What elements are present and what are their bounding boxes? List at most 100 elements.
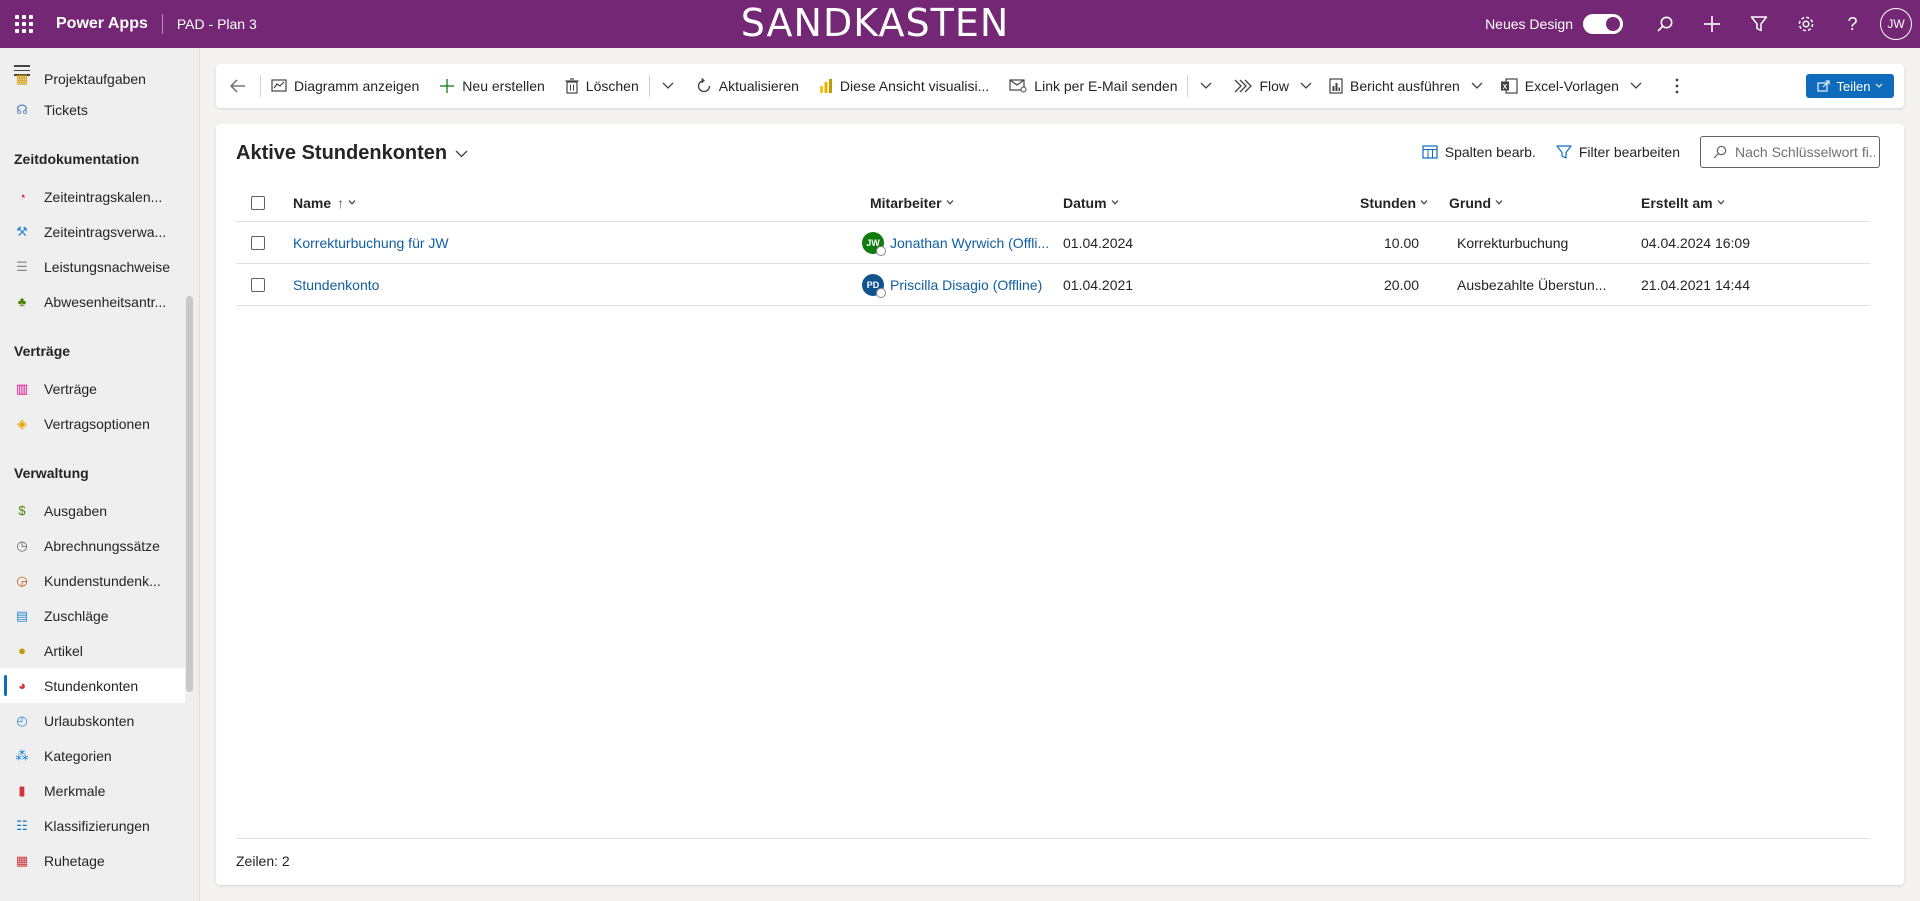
chevron-down-icon: [946, 200, 954, 205]
keyword-search-input[interactable]: [1735, 144, 1875, 160]
flow-icon: [1234, 79, 1253, 93]
date-cell: 01.04.2024: [1063, 234, 1134, 251]
sidebar-item-abrechnungssaetze[interactable]: ◷ Abrechnungssätze: [0, 528, 185, 563]
new-design-label: Neues Design: [1485, 16, 1573, 32]
sidebar-item-tickets[interactable]: ☊ Tickets: [0, 92, 185, 127]
app-name[interactable]: Power Apps: [48, 15, 162, 33]
app-launcher-button[interactable]: [0, 0, 48, 48]
search-icon: [1713, 145, 1727, 159]
row-checkbox[interactable]: [251, 235, 265, 250]
keyword-search-box[interactable]: [1700, 136, 1880, 168]
sidebar-item-ruhetage[interactable]: ▦ Ruhetage: [0, 843, 185, 878]
excel-icon: X: [1500, 78, 1518, 94]
sidebar-item-vertragsoptionen[interactable]: ◈ Vertragsoptionen: [0, 406, 185, 441]
record-name-link[interactable]: Stundenkonto: [293, 264, 379, 305]
sidebar-nav: ▦ Projektaufgaben ☊ Tickets Zeitdokument…: [0, 71, 185, 878]
sidebar-item-stundenkonten[interactable]: ◕ Stundenkonten: [0, 668, 185, 703]
refresh-button[interactable]: Aktualisieren: [686, 64, 809, 108]
flow-dropdown[interactable]: [1293, 64, 1319, 108]
report-dropdown[interactable]: [1464, 64, 1490, 108]
delete-button[interactable]: Löschen: [555, 64, 649, 108]
record-name-link[interactable]: Korrekturbuchung für JW: [293, 222, 449, 263]
chevron-down-icon: [1717, 200, 1725, 205]
new-design-toggle[interactable]: [1583, 14, 1623, 34]
column-header-grund[interactable]: Grund: [1449, 184, 1503, 221]
sidebar-item-vertraege[interactable]: ▥ Verträge: [0, 371, 185, 406]
sidebar-item-leistungsnachweise[interactable]: ☰ Leistungsnachweise: [0, 249, 185, 284]
back-button[interactable]: [216, 64, 260, 108]
visualize-view-button[interactable]: Diese Ansicht visualisi...: [809, 64, 999, 108]
tools-icon: ⚒: [16, 223, 28, 239]
top-bar: Power Apps PAD - Plan 3 SANDKASTEN Neues…: [0, 0, 1920, 48]
run-report-button[interactable]: Bericht ausführen: [1319, 64, 1464, 108]
search-icon: [1656, 16, 1672, 32]
sidebar-item-kategorien[interactable]: ⁂ Kategorien: [0, 738, 185, 773]
plus-icon: [1703, 16, 1720, 32]
excel-templates-button[interactable]: X Excel-Vorlagen: [1490, 64, 1623, 108]
sidebar-scrollbar[interactable]: [186, 296, 193, 692]
edit-columns-button[interactable]: Spalten bearb.: [1422, 144, 1536, 160]
view-selector[interactable]: Aktive Stundenkonten: [236, 142, 468, 165]
sidebar-item-ausgaben[interactable]: $ Ausgaben: [0, 493, 185, 528]
sidebar-item-klassifizierungen[interactable]: ☷ Klassifizierungen: [0, 808, 185, 843]
chevron-down-icon: [1630, 82, 1642, 89]
sidebar-item-zuschlaege[interactable]: ▤ Zuschläge: [0, 598, 185, 633]
user-avatar[interactable]: JW: [1880, 8, 1912, 40]
sidebar-item-merkmale[interactable]: ▮ Merkmale: [0, 773, 185, 808]
column-header-erstellt[interactable]: Erstellt am: [1641, 184, 1725, 221]
employee-link[interactable]: Jonathan Wyrwich (Offli...: [890, 235, 1049, 251]
column-header-datum[interactable]: Datum: [1063, 184, 1119, 221]
new-button[interactable]: Neu erstellen: [429, 64, 555, 108]
ticket-icon: ☊: [16, 101, 28, 117]
email-link-button[interactable]: Link per E-Mail senden: [999, 64, 1187, 108]
report-icon: [1329, 78, 1343, 94]
reason-cell: Ausbezahlte Überstun...: [1457, 276, 1607, 293]
employee-link[interactable]: Priscilla Disagio (Offline): [890, 277, 1042, 293]
column-header-stunden[interactable]: Stunden: [1360, 184, 1428, 221]
excel-dropdown[interactable]: [1623, 64, 1649, 108]
table-row[interactable]: Stundenkonto PD Priscilla Disagio (Offli…: [236, 264, 1870, 306]
settings-button[interactable]: [1782, 0, 1829, 48]
chart-icon: [271, 78, 287, 94]
gear-icon: [1798, 16, 1813, 32]
section-zeitdokumentation: Zeitdokumentation: [14, 151, 140, 167]
email-dropdown[interactable]: [1188, 64, 1224, 108]
sidebar-item-artikel[interactable]: ● Artikel: [0, 633, 185, 668]
hours-icon: ◕: [18, 678, 26, 693]
column-header-name[interactable]: Name ↑: [293, 184, 356, 221]
books-icon: ▥: [15, 380, 29, 396]
add-button[interactable]: [1688, 0, 1735, 48]
chevron-down-icon: [348, 200, 356, 205]
flow-button[interactable]: Flow: [1224, 64, 1293, 108]
sidebar-item-abwesenheitsantraege[interactable]: ♣ Abwesenheitsantr...: [0, 284, 185, 319]
sidebar-item-kundenstundenkonten[interactable]: ◶ Kundenstundenk...: [0, 563, 185, 598]
list-icon: ☰: [16, 258, 28, 274]
edit-filters-button[interactable]: Filter bearbeiten: [1556, 144, 1680, 160]
select-all-checkbox[interactable]: [251, 195, 265, 210]
column-header-mitarbeiter[interactable]: Mitarbeiter: [870, 184, 954, 221]
environment-name[interactable]: PAD - Plan 3: [163, 16, 257, 32]
show-chart-button[interactable]: Diagramm anzeigen: [261, 64, 429, 108]
help-button[interactable]: ?: [1829, 0, 1876, 48]
more-options-dropdown[interactable]: [650, 64, 686, 108]
overflow-menu-button[interactable]: [1657, 64, 1697, 108]
sidebar-item-projektaufgaben[interactable]: ▦ Projektaufgaben: [0, 66, 185, 92]
share-button[interactable]: Teilen: [1806, 74, 1894, 98]
palm-icon: ♣: [17, 294, 27, 309]
refresh-icon: [696, 78, 712, 94]
filter-button[interactable]: [1735, 0, 1782, 48]
arrow-left-icon: [230, 79, 245, 93]
hours-cell: 10.00: [1384, 234, 1420, 251]
search-button[interactable]: [1641, 0, 1688, 48]
chevron-down-icon: [1495, 200, 1503, 205]
tag-icon: ◈: [17, 415, 27, 431]
created-cell: 21.04.2021 14:44: [1641, 276, 1750, 293]
row-checkbox[interactable]: [251, 277, 265, 292]
table-row[interactable]: Korrekturbuchung für JW JW Jonathan Wyrw…: [236, 222, 1870, 264]
sidebar: ▦ Projektaufgaben ☊ Tickets Zeitdokument…: [0, 48, 200, 901]
sidebar-item-zeiteintragskalender[interactable]: ◔ Zeiteintragskalen...: [0, 179, 185, 214]
main-panel: Aktive Stundenkonten Spalten bearb. Filt…: [216, 124, 1904, 885]
sidebar-item-urlaubskonten[interactable]: ◴ Urlaubskonten: [0, 703, 185, 738]
sidebar-item-zeiteintragsverwaltung[interactable]: ⚒ Zeiteintragsverwa...: [0, 214, 185, 249]
grid-header: Name ↑ Mitarbeiter Datum Stunden Grund E…: [236, 184, 1870, 222]
